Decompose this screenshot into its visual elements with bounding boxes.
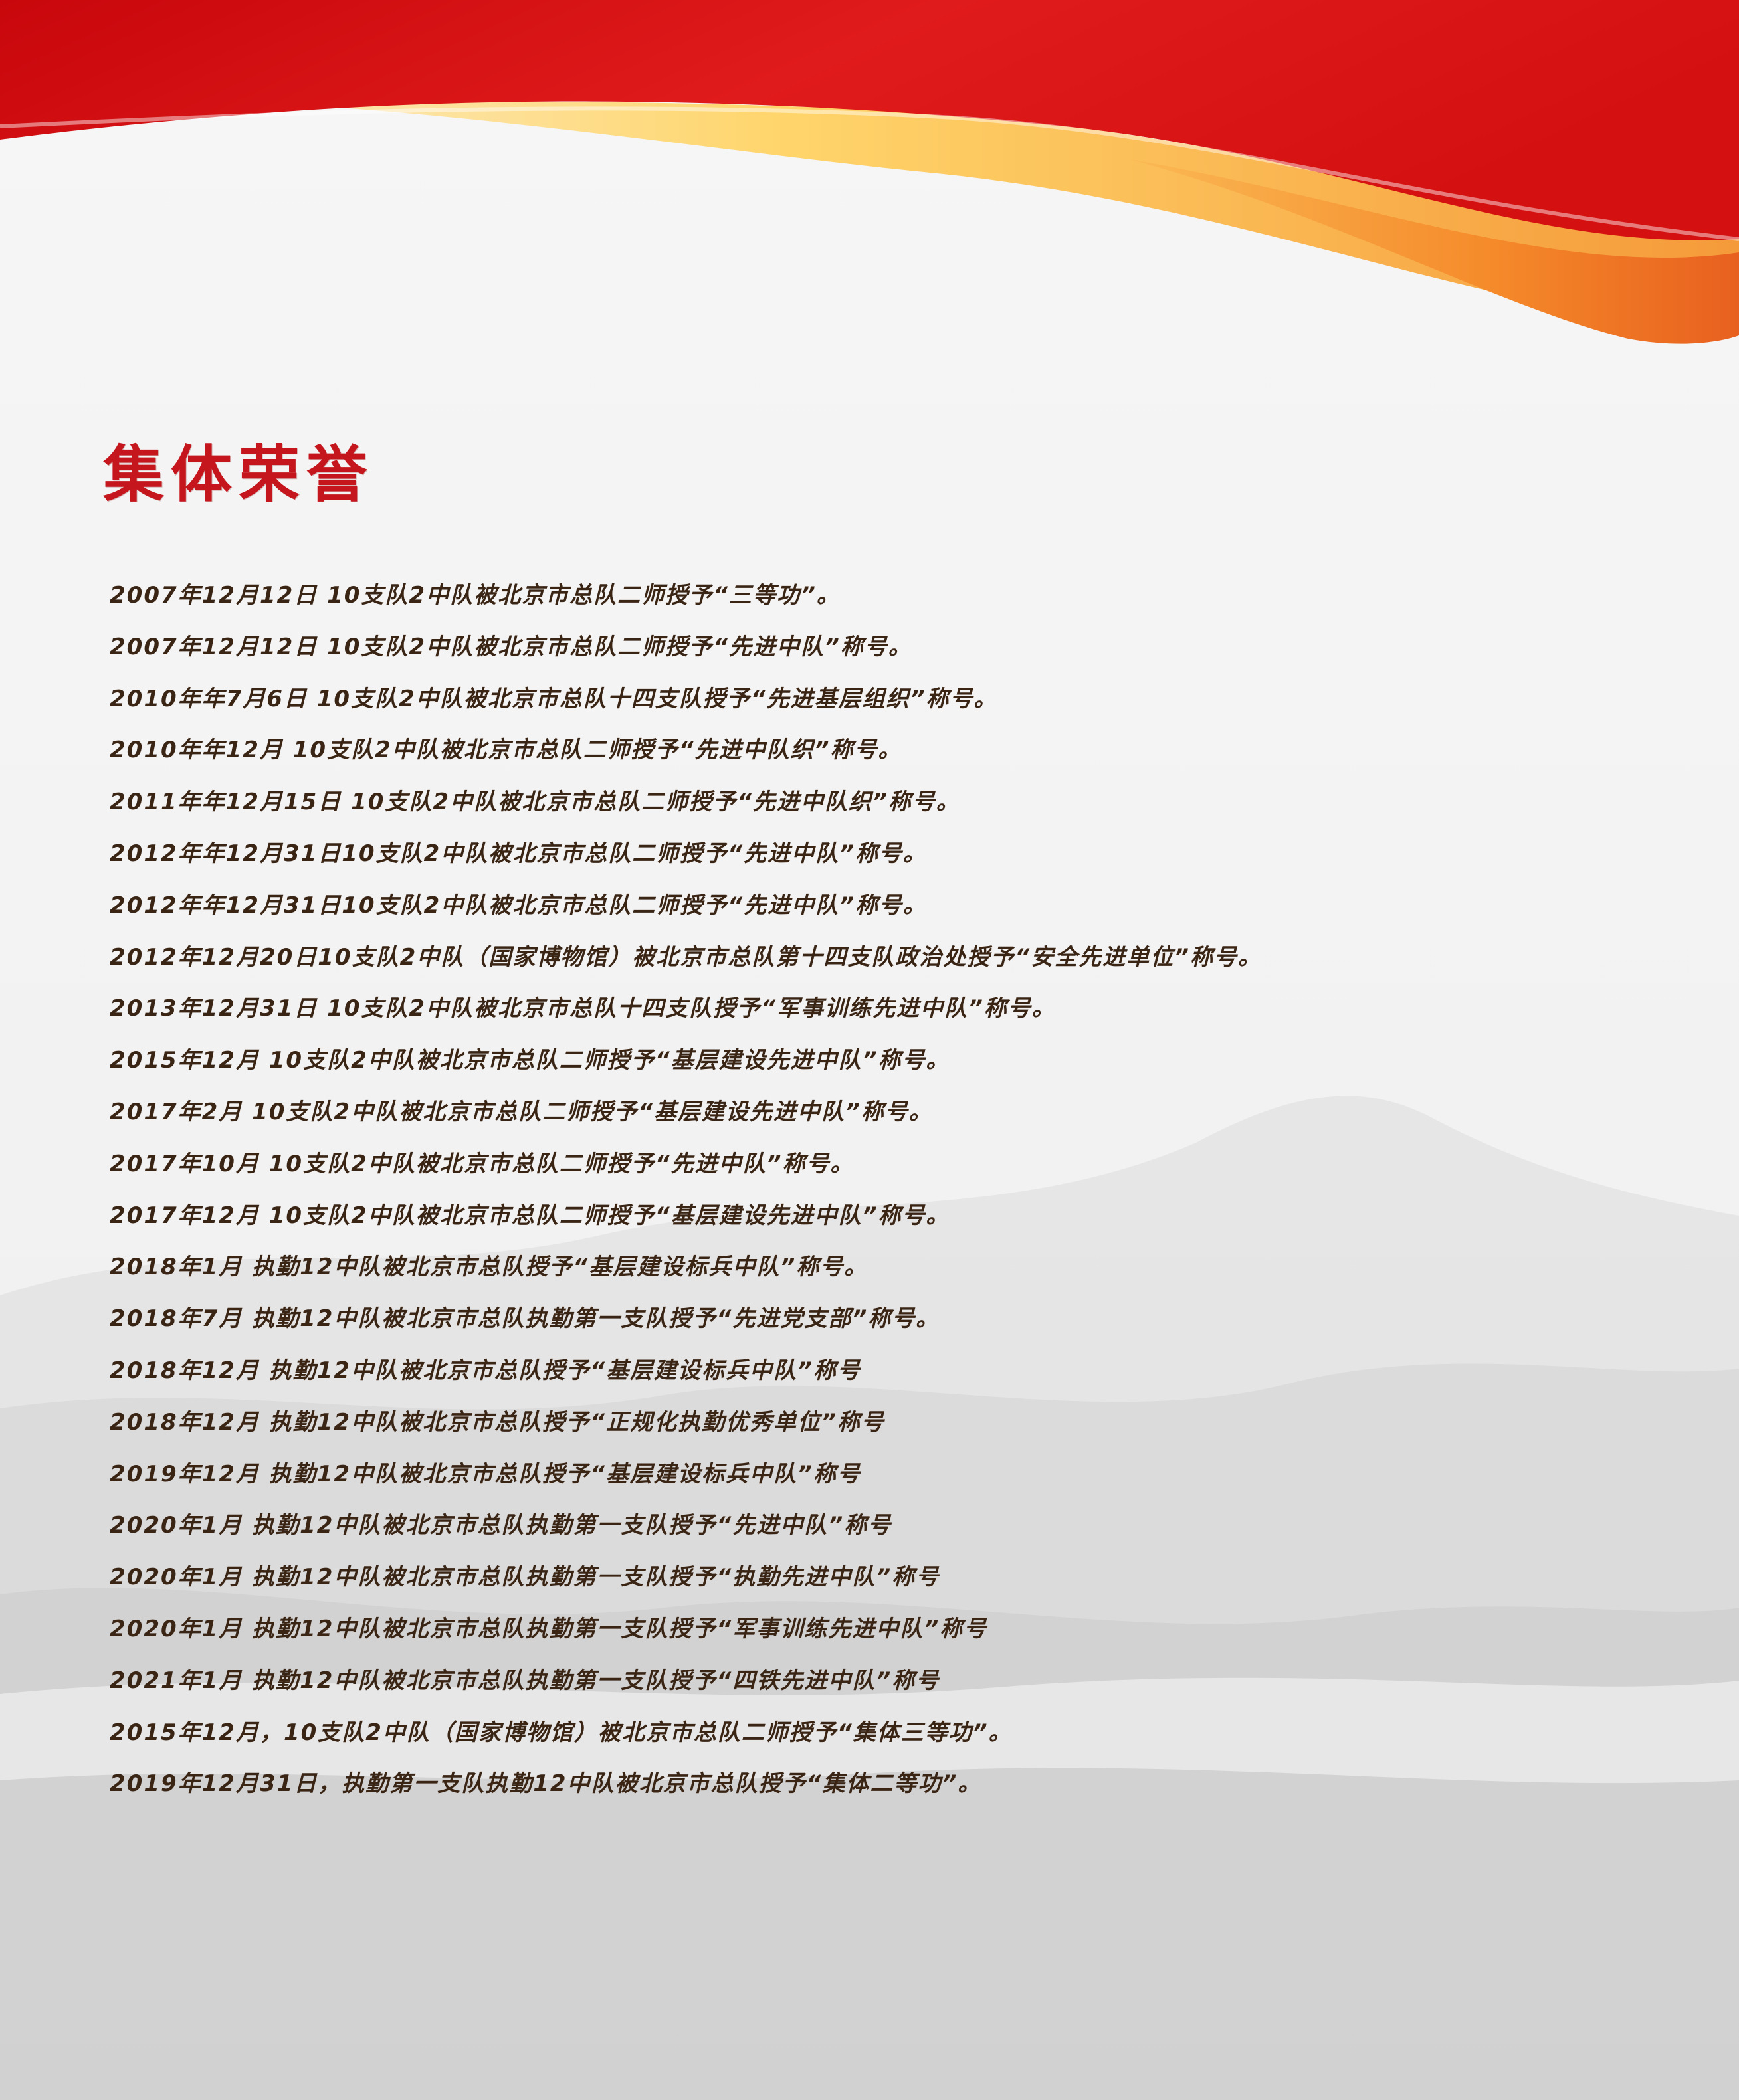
- honor-item: 2020年1月 执勤12中队被北京市总队执勤第一支队授予“军事训练先进中队”称号: [110, 1615, 988, 1642]
- honor-item: 2020年1月 执勤12中队被北京市总队执勤第一支队授予“先进中队”称号: [110, 1512, 892, 1539]
- page-title: 集体荣誉: [103, 438, 375, 510]
- ribbon-orange-band: [1130, 159, 1739, 344]
- honor-item: 2010年年12月 10支队2中队被北京市总队二师授予“先进中队织”称号。: [110, 737, 902, 764]
- honor-item: 2020年1月 执勤12中队被北京市总队执勤第一支队授予“执勤先进中队”称号: [110, 1564, 940, 1591]
- honor-item: 2012年年12月31日10支队2中队被北京市总队二师授予“先进中队”称号。: [110, 840, 928, 867]
- honor-item: 2019年12月31日，执勤第一支队执勤12中队被北京市总队授予“集体二等功”。: [110, 1770, 982, 1798]
- honor-item: 2007年12月12日 10支队2中队被北京市总队二师授予“三等功”。: [110, 582, 841, 609]
- honor-item: 2018年7月 执勤12中队被北京市总队执勤第一支队授予“先进党支部”称号。: [110, 1305, 940, 1333]
- honor-item: 2012年12月20日10支队2中队（国家博物馆）被北京市总队第十四支队政治处授…: [110, 943, 1263, 971]
- honor-item: 2017年2月 10支队2中队被北京市总队二师授予“基层建设先进中队”称号。: [110, 1098, 933, 1125]
- honor-item: 2007年12月12日 10支队2中队被北京市总队二师授予“先进中队”称号。: [110, 633, 912, 660]
- honor-item: 2010年年7月6日 10支队2中队被北京市总队十四支队授予“先进基层组织”称号…: [110, 685, 998, 712]
- honor-list: 2007年12月12日 10支队2中队被北京市总队二师授予“三等功”。 2007…: [110, 570, 1638, 1810]
- honor-item: 2018年1月 执勤12中队被北京市总队授予“基层建设标兵中队”称号。: [110, 1254, 869, 1281]
- ribbon-highlight: [0, 106, 1739, 241]
- honor-item: 2011年年12月15日 10支队2中队被北京市总队二师授予“先进中队织”称号。: [110, 789, 960, 816]
- honor-item: 2015年12月，10支队2中队（国家博物馆）被北京市总队二师授予“集体三等功”…: [110, 1719, 1013, 1746]
- honor-item: 2017年12月 10支队2中队被北京市总队二师授予“基层建设先进中队”称号。: [110, 1202, 950, 1229]
- honor-item: 2019年12月 执勤12中队被北京市总队授予“基层建设标兵中队”称号: [110, 1460, 861, 1487]
- honor-item: 2018年12月 执勤12中队被北京市总队授予“正规化执勤优秀单位”称号: [110, 1408, 885, 1436]
- honor-item: 2018年12月 执勤12中队被北京市总队授予“基层建设标兵中队”称号: [110, 1357, 861, 1384]
- honor-item: 2021年1月 执勤12中队被北京市总队执勤第一支队授予“四铁先进中队”称号: [110, 1667, 940, 1694]
- honor-page: 集体荣誉 2007年12月12日 10支队2中队被北京市总队二师授予“三等功”。…: [0, 0, 1739, 2100]
- ribbon-red-band: [0, 0, 1739, 240]
- honor-item: 2012年年12月31日10支队2中队被北京市总队二师授予“先进中队”称号。: [110, 892, 928, 919]
- honor-item: 2013年12月31日 10支队2中队被北京市总队十四支队授予“军事训练先进中队…: [110, 995, 1056, 1022]
- honor-item: 2017年10月 10支队2中队被北京市总队二师授予“先进中队”称号。: [110, 1150, 855, 1177]
- ribbon-gold-band: [0, 98, 1739, 320]
- honor-item: 2015年12月 10支队2中队被北京市总队二师授予“基层建设先进中队”称号。: [110, 1047, 950, 1074]
- red-ribbon-banner: [0, 0, 1739, 344]
